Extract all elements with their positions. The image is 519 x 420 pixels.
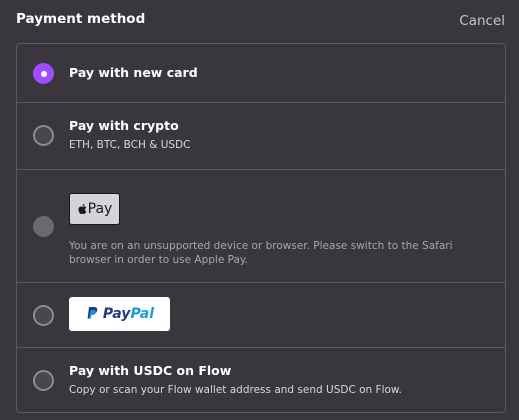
option-apple-pay: Pay You are on an unsupported device or … xyxy=(17,170,505,283)
paypal-brand-part1: Pay xyxy=(102,306,131,322)
paypal-logo: Pay Pal xyxy=(69,297,170,331)
payment-options-list: Pay with new card Pay with crypto ETH, B… xyxy=(16,43,506,413)
apple-pay-button: Pay xyxy=(69,193,120,225)
option-label: Pay with crypto xyxy=(69,118,179,133)
page-title: Payment method xyxy=(16,11,146,27)
option-new-card[interactable]: Pay with new card xyxy=(17,44,505,103)
apple-logo-icon xyxy=(78,204,86,215)
radio-apple-pay xyxy=(33,216,54,237)
option-label: Pay with new card xyxy=(69,65,198,80)
apple-pay-label: Pay xyxy=(87,201,113,217)
apple-pay-note: You are on an unsupported device or brow… xyxy=(69,240,453,266)
option-sublabel: ETH, BTC, BCH & USDC xyxy=(69,139,191,151)
paypal-logo-icon xyxy=(87,307,98,319)
radio-paypal[interactable] xyxy=(33,305,54,326)
option-sublabel: Copy or scan your Flow wallet address an… xyxy=(69,384,402,396)
radio-usdc-flow[interactable] xyxy=(33,370,54,391)
option-crypto[interactable]: Pay with crypto ETH, BTC, BCH & USDC xyxy=(17,103,505,170)
dialog-header: Payment method Cancel xyxy=(0,0,519,42)
cancel-button[interactable]: Cancel xyxy=(459,13,505,29)
option-usdc-flow[interactable]: Pay with USDC on Flow Copy or scan your … xyxy=(17,348,505,412)
option-label: Pay with USDC on Flow xyxy=(69,363,232,378)
paypal-brand-part2: Pal xyxy=(130,306,155,322)
radio-crypto[interactable] xyxy=(33,125,54,146)
option-paypal[interactable]: Pay Pal xyxy=(17,283,505,348)
radio-new-card[interactable] xyxy=(33,63,54,84)
